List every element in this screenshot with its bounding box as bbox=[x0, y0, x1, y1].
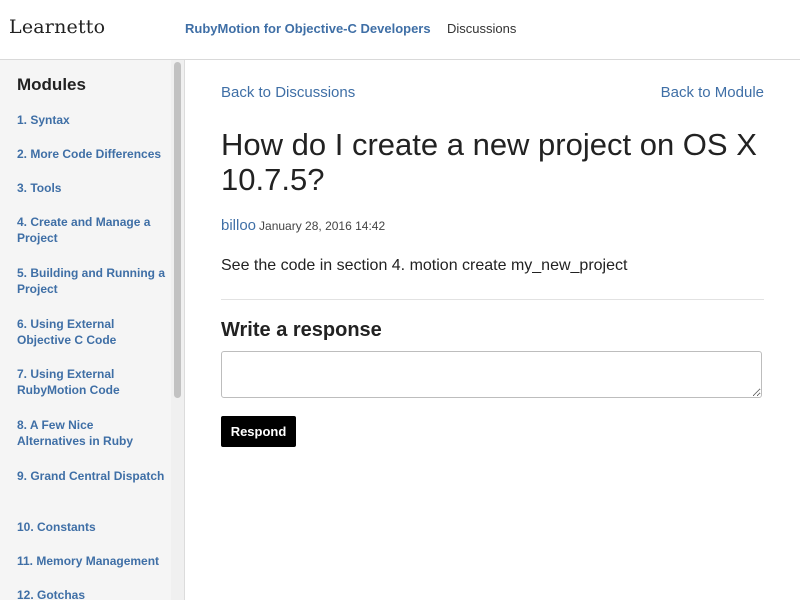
respond-button[interactable]: Respond bbox=[221, 416, 296, 447]
sidebar-item-create-manage-project[interactable]: 4. Create and Manage a Project bbox=[17, 214, 165, 246]
sidebar-item-grand-central-dispatch[interactable]: 9. Grand Central Dispatch bbox=[17, 468, 165, 484]
nav-course-link[interactable]: RubyMotion for Objective-C Developers bbox=[185, 21, 431, 36]
back-to-discussions-link[interactable]: Back to Discussions bbox=[221, 84, 355, 101]
sidebar-item-constants[interactable]: 10. Constants bbox=[17, 519, 165, 535]
sidebar-title: Modules bbox=[17, 75, 86, 94]
sidebar-scroll-thumb[interactable] bbox=[174, 62, 181, 398]
response-textarea[interactable] bbox=[221, 351, 762, 398]
sidebar-item-gotchas[interactable]: 12. Gotchas bbox=[17, 587, 165, 600]
site-logo[interactable]: Learnetto bbox=[9, 16, 105, 38]
sidebar-item-external-objc[interactable]: 6. Using External Objective C Code bbox=[17, 316, 165, 348]
modules-sidebar: Modules 1. Syntax 2. More Code Differenc… bbox=[0, 60, 185, 600]
top-navbar: Learnetto RubyMotion for Objective-C Dev… bbox=[0, 0, 800, 60]
post-meta: billoo January 28, 2016 14:42 bbox=[221, 217, 385, 234]
sidebar-item-syntax[interactable]: 1. Syntax bbox=[17, 112, 165, 128]
author-link[interactable]: billoo bbox=[221, 217, 256, 234]
sidebar-item-more-code-differences[interactable]: 2. More Code Differences bbox=[17, 146, 165, 162]
section-divider bbox=[221, 299, 764, 300]
sidebar-item-building-running[interactable]: 5. Building and Running a Project bbox=[17, 265, 165, 297]
sidebar-scrollbar[interactable] bbox=[171, 60, 184, 600]
question-title: How do I create a new project on OS X 10… bbox=[221, 127, 757, 197]
sidebar-item-alternatives-ruby[interactable]: 8. A Few Nice Alternatives in Ruby bbox=[17, 417, 165, 449]
post-body: See the code in section 4. motion create… bbox=[221, 257, 628, 274]
back-to-module-link[interactable]: Back to Module bbox=[661, 84, 764, 101]
response-heading: Write a response bbox=[221, 319, 382, 341]
nav-discussions-link[interactable]: Discussions bbox=[447, 21, 516, 36]
sidebar-item-memory-management[interactable]: 11. Memory Management bbox=[17, 553, 165, 569]
sidebar-item-external-rubymotion[interactable]: 7. Using External RubyMotion Code bbox=[17, 366, 165, 398]
sidebar-item-tools[interactable]: 3. Tools bbox=[17, 180, 165, 196]
post-date: January 28, 2016 14:42 bbox=[259, 219, 386, 233]
